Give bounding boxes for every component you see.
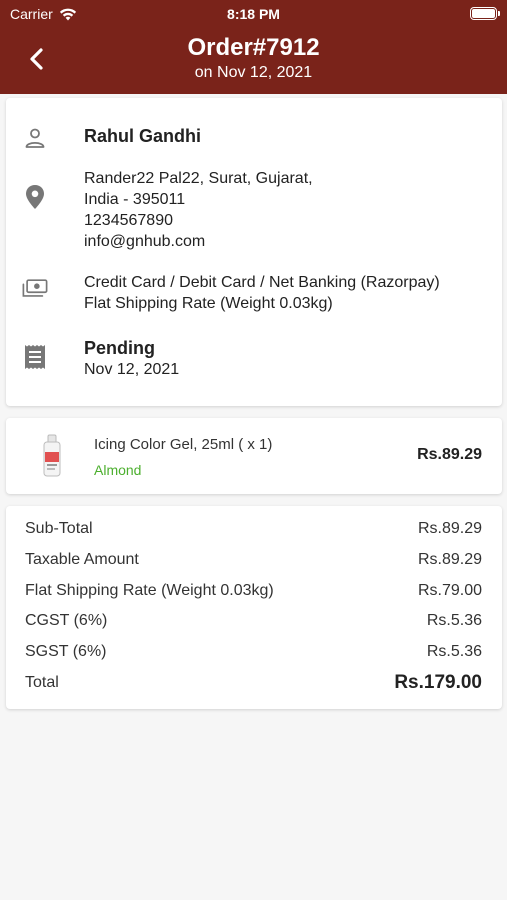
battery-icon xyxy=(470,7,500,20)
money-icon xyxy=(22,276,48,302)
app-header: Carrier 8:18 PM Order#7912 on Nov 12, 20… xyxy=(0,0,507,94)
summary-row: Sub-Total Rs.89.29 xyxy=(25,520,482,544)
customer-email: info@gnhub.com xyxy=(84,233,206,250)
summary-label: Flat Shipping Rate (Weight 0.03kg) xyxy=(25,582,274,599)
product-name: Icing Color Gel, 25ml ( x 1) xyxy=(94,436,273,453)
summary-value: Rs.5.36 xyxy=(426,612,482,629)
shipping-method: Flat Shipping Rate (Weight 0.03kg) xyxy=(84,295,333,312)
summary-value: Rs.79.00 xyxy=(417,582,482,599)
order-date: Nov 12, 2021 xyxy=(84,361,180,378)
status-block: Pending Nov 12, 2021 xyxy=(84,338,490,380)
summary-value: Rs.89.29 xyxy=(417,520,482,537)
product-card[interactable]: Icing Color Gel, 25ml ( x 1) Almond Rs.8… xyxy=(6,418,502,494)
address-block: Rander22 Pal22, Surat, Gujarat, India - … xyxy=(84,168,490,252)
product-variant: Almond xyxy=(94,462,142,478)
header-title-group: Order#7912 on Nov 12, 2021 xyxy=(0,34,507,82)
payment-method: Credit Card / Debit Card / Net Banking (… xyxy=(84,274,440,291)
customer-phone: 1234567890 xyxy=(84,212,173,229)
order-summary-card: Sub-Total Rs.89.29 Taxable Amount Rs.89.… xyxy=(6,506,502,709)
page-subtitle: on Nov 12, 2021 xyxy=(194,64,313,81)
summary-row: Flat Shipping Rate (Weight 0.03kg) Rs.79… xyxy=(25,582,482,606)
customer-name: Rahul Gandhi xyxy=(84,126,201,146)
person-icon xyxy=(22,125,48,151)
page-title: Order#7912 xyxy=(187,34,320,61)
summary-label: Sub-Total xyxy=(25,520,93,537)
status-time: 8:18 PM xyxy=(227,6,280,22)
summary-label: Taxable Amount xyxy=(25,551,139,568)
total-label: Total xyxy=(25,674,59,691)
summary-row: CGST (6%) Rs.5.36 xyxy=(25,612,482,636)
receipt-icon xyxy=(22,344,48,370)
summary-label: SGST (6%) xyxy=(25,643,107,660)
summary-value: Rs.89.29 xyxy=(417,551,482,568)
status-bar: Carrier 8:18 PM xyxy=(0,0,507,28)
summary-value: Rs.5.36 xyxy=(426,643,482,660)
location-pin-icon xyxy=(22,184,48,210)
product-image xyxy=(43,434,61,477)
summary-row: Taxable Amount Rs.89.29 xyxy=(25,551,482,575)
summary-total-row: Total Rs.179.00 xyxy=(25,672,482,698)
summary-label: CGST (6%) xyxy=(25,612,108,629)
address-line-2: India - 395011 xyxy=(84,191,186,208)
order-info-card: Rahul Gandhi Rander22 Pal22, Surat, Guja… xyxy=(6,98,502,406)
total-value: Rs.179.00 xyxy=(394,672,482,693)
order-status: Pending xyxy=(84,338,155,358)
address-line-1: Rander22 Pal22, Surat, Gujarat, xyxy=(84,170,313,187)
summary-row: SGST (6%) Rs.5.36 xyxy=(25,643,482,667)
product-price: Rs.89.29 xyxy=(417,446,482,463)
payment-block: Credit Card / Debit Card / Net Banking (… xyxy=(84,272,490,314)
